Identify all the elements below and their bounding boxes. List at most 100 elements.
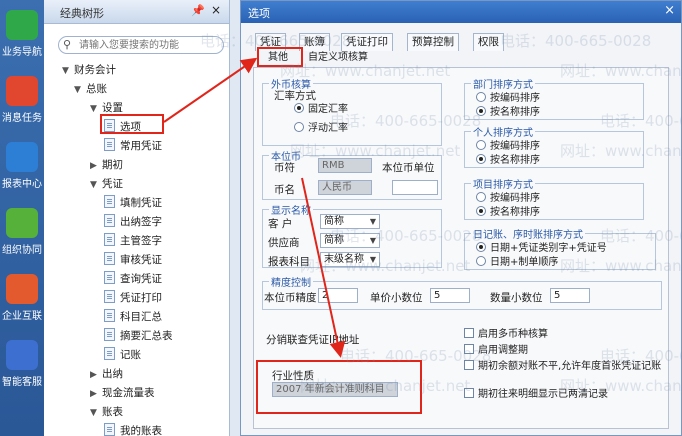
journal-sort-legend: 日记账、序时账排序方式 — [473, 230, 583, 241]
tab-3[interactable]: 预算控制 — [407, 33, 459, 51]
tree-panel: 经典树形 📌 × ⚲ ▼财务会计▼总账▼设置选项常用凭证▶期初▼凭证填制凭证出纳… — [44, 0, 230, 436]
tree-node[interactable]: ▶ 期初 — [90, 157, 123, 174]
document-icon — [104, 423, 115, 436]
chevron-down-icon: ▼ — [369, 255, 376, 264]
quantity-decimals-label: 数量小数位 — [490, 292, 543, 304]
tree-node[interactable]: 填制凭证 — [104, 195, 162, 212]
currency-code-label: 币符 — [274, 162, 295, 174]
report-subject-select[interactable]: 末级名称 ▼ — [320, 252, 380, 267]
tree-node-label: 我的账表 — [120, 425, 162, 436]
close-icon[interactable]: × — [211, 3, 221, 17]
tree-node[interactable]: 摘要汇总表 — [104, 328, 173, 345]
radio-dept-by-code[interactable]: 按编码排序 — [476, 92, 540, 105]
rail-item[interactable]: 组织协同 — [0, 204, 44, 266]
rail-item-label: 智能客服 — [2, 377, 42, 388]
tree-header: 经典树形 📌 × — [44, 0, 229, 24]
expand-arrow-icon[interactable]: ▼ — [74, 82, 86, 99]
rail-item-label: 业务导航 — [2, 47, 42, 58]
tree-node[interactable]: 审核凭证 — [104, 252, 162, 269]
expand-arrow-icon[interactable]: ▶ — [90, 367, 102, 384]
tree-node-label: 常用凭证 — [120, 140, 162, 152]
display-name-legend: 显示名称 — [271, 206, 311, 217]
person-sort-legend: 个人排序方式 — [473, 128, 533, 139]
tree-node[interactable]: ▼ 凭证 — [90, 176, 123, 193]
left-rail: 业务导航消息任务报表中心组织协同 企业互联智能客服 — [0, 0, 44, 436]
tree-node[interactable]: ▼ 财务会计 — [62, 62, 116, 79]
supplier-select[interactable]: 简称 ▼ — [320, 233, 380, 248]
radio-person-by-code[interactable]: 按编码排序 — [476, 140, 540, 153]
tab-4[interactable]: 权限 — [473, 33, 504, 51]
tree-node-label: 设置 — [102, 102, 123, 114]
rail-item-label: 报表中心 — [2, 179, 42, 190]
tree-node[interactable]: 记账 — [104, 347, 141, 364]
document-icon — [104, 252, 115, 265]
search-box[interactable]: ⚲ — [58, 36, 224, 54]
document-icon — [104, 233, 115, 246]
currency-unit-field[interactable] — [392, 180, 438, 195]
tree-node[interactable]: 出纳签字 — [104, 214, 162, 231]
quantity-decimals-field[interactable]: 5 — [550, 288, 590, 303]
unit-price-decimals-field[interactable]: 5 — [430, 288, 470, 303]
tab-1[interactable]: 账簿 — [299, 33, 330, 51]
search-input[interactable] — [79, 38, 219, 52]
expand-arrow-icon[interactable]: ▶ — [90, 158, 102, 175]
rail-item[interactable]: 报表中心 — [0, 138, 44, 200]
radio-item-by-code[interactable]: 按编码排序 — [476, 192, 540, 205]
currency-code-field[interactable]: RMB — [318, 158, 372, 173]
expand-arrow-icon[interactable]: ▼ — [62, 63, 74, 80]
currency-name-field[interactable]: 人民币 — [318, 180, 372, 195]
checkbox-allow-first-voucher[interactable]: 期初余额对账不平,允许年度首张凭证记账 — [464, 360, 664, 373]
tree-node-label: 主管签字 — [120, 235, 162, 247]
dept-sort-legend: 部门排序方式 — [473, 80, 533, 91]
report-center-icon — [6, 142, 38, 172]
radio-journal-by-voucher[interactable]: 日期+凭证类别字+凭证号 — [476, 242, 607, 255]
tree-node[interactable]: ▼ 总账 — [74, 81, 107, 98]
checkbox-show-cleared[interactable]: 期初往来明细显示已两清记录 — [464, 388, 608, 401]
tree-node-label: 科目汇总 — [120, 311, 162, 323]
tree-node-label: 总账 — [86, 83, 107, 95]
pin-icon[interactable]: 📌 — [191, 4, 205, 17]
tree-node[interactable]: ▼ 账表 — [90, 404, 123, 421]
tree-node[interactable]: 科目汇总 — [104, 309, 162, 326]
search-icon: ⚲ — [63, 38, 72, 51]
dialog-close-icon[interactable]: × — [664, 3, 675, 18]
radio-floating-rate[interactable]: 浮动汇率 — [294, 122, 348, 135]
radio-dept-by-name[interactable]: 按名称排序 — [476, 106, 540, 119]
dialog-title: 选项 — [248, 7, 270, 20]
tree-node-label: 财务会计 — [74, 64, 116, 76]
checkbox-multi-currency[interactable]: 启用多币种核算 — [464, 328, 548, 341]
tree-node[interactable]: 常用凭证 — [104, 138, 162, 155]
radio-person-by-name[interactable]: 按名称排序 — [476, 154, 540, 167]
rail-item[interactable]: 消息任务 — [0, 72, 44, 134]
expand-arrow-icon[interactable]: ▼ — [90, 405, 102, 422]
currency-name-label: 币名 — [274, 184, 295, 196]
tree-node-label: 摘要汇总表 — [120, 330, 173, 342]
customer-select[interactable]: 简称 ▼ — [320, 214, 380, 229]
expand-arrow-icon[interactable]: ▶ — [90, 386, 102, 403]
tree-node[interactable]: 查询凭证 — [104, 271, 162, 288]
document-icon — [104, 214, 115, 227]
rail-item[interactable]: 智能客服 — [0, 336, 44, 398]
base-precision-field[interactable]: 2 — [318, 288, 358, 303]
expand-arrow-icon[interactable]: ▼ — [90, 177, 102, 194]
rail-item-label: 消息任务 — [2, 113, 42, 124]
customer-label: 客 户 — [268, 218, 293, 230]
business-nav-icon — [6, 10, 38, 40]
tree-node[interactable]: 我的账表 — [104, 423, 162, 436]
tree-node[interactable]: 凭证打印 — [104, 290, 162, 307]
tree-node[interactable]: ▶ 现金流量表 — [90, 385, 155, 402]
tree-node-label: 凭证 — [102, 178, 123, 190]
precision-legend: 精度控制 — [271, 278, 311, 289]
radio-fixed-rate[interactable]: 固定汇率 — [294, 103, 348, 116]
rail-item[interactable]: 业务导航 — [0, 6, 44, 68]
checkbox-adjust-period[interactable]: 启用调整期 — [464, 344, 528, 357]
subtab-1[interactable]: 自定义项核算 — [305, 51, 371, 66]
tree-node-label: 账表 — [102, 406, 123, 418]
tree-node[interactable]: ▶ 出纳 — [90, 366, 123, 383]
tree-node-label: 现金流量表 — [102, 387, 155, 399]
tree-node[interactable]: 主管签字 — [104, 233, 162, 250]
tab-2[interactable]: 凭证打印 — [341, 33, 393, 51]
rail-item[interactable]: 企业互联 — [0, 270, 44, 332]
radio-item-by-name[interactable]: 按名称排序 — [476, 206, 540, 219]
radio-journal-by-order[interactable]: 日期+制单顺序 — [476, 256, 558, 269]
